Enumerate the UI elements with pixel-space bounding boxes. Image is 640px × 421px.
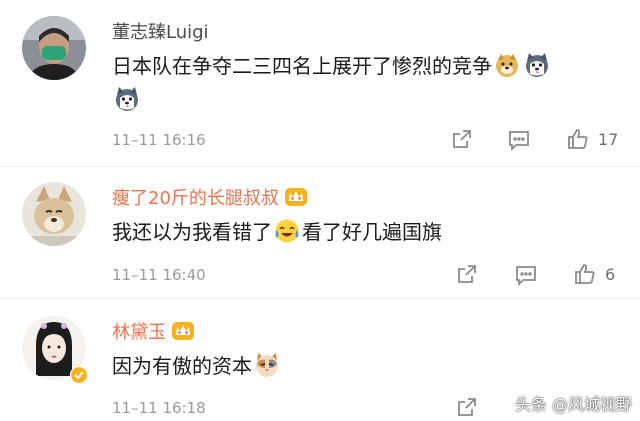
reply-button[interactable] (515, 264, 537, 286)
thumbs-up-icon (568, 129, 588, 149)
comment-text-line2 (112, 86, 142, 113)
comment-text-content: 日本队在争夺二三四名上展开了惨烈的竞争 (112, 54, 492, 78)
comment-text-content: 我还以为我看错了 (112, 220, 272, 244)
share-button[interactable] (456, 396, 478, 418)
like-button[interactable]: 6 (573, 262, 615, 286)
vip-crown-icon (284, 188, 307, 206)
comment-timestamp: 11–11 16:18 (112, 399, 206, 417)
reply-button[interactable] (508, 129, 530, 151)
thumbs-up-icon (575, 264, 595, 284)
comment-icon (509, 131, 529, 151)
doge-emoji (496, 54, 518, 77)
like-count: 17 (598, 129, 619, 149)
comment-text: 我还以为我看错了 看了好几遍国旗 (112, 218, 442, 245)
share-button[interactable] (456, 263, 478, 285)
comment-icon (516, 266, 536, 286)
share-icon (458, 398, 476, 416)
laugh-cry-emoji (275, 219, 299, 243)
share-button[interactable] (451, 128, 473, 150)
comment-text: 日本队在争夺二三四名上展开了惨烈的竞争 (112, 52, 552, 79)
avatar[interactable] (22, 182, 86, 246)
comment-username[interactable]: 林黛玉 (112, 318, 196, 344)
like-count: 6 (605, 264, 616, 284)
share-icon (458, 265, 476, 283)
username-text: 瘦了20斤的长腿叔叔 (112, 188, 279, 209)
watermark: 头条 @风城视野 (514, 395, 632, 414)
username-text: 林黛玉 (112, 322, 166, 343)
verified-badge-icon (70, 366, 88, 384)
like-button[interactable]: 17 (566, 127, 618, 151)
comment-text-content: 因为有傲的资本 (112, 354, 252, 378)
comment-username[interactable]: 瘦了20斤的长腿叔叔 (112, 184, 309, 210)
avatar[interactable] (22, 16, 86, 80)
comment-text: 因为有傲的资本 (112, 352, 282, 379)
husky-emoji (526, 53, 548, 77)
vip-crown-icon (172, 322, 194, 340)
comment-item: 瘦了20斤的长腿叔叔 我还以为我看错了 看了好几遍国旗 11–11 16:40 6 (0, 166, 640, 296)
comment-text-content-2: 看了好几遍国旗 (302, 220, 442, 244)
comment-timestamp: 11–11 16:16 (112, 131, 206, 149)
share-icon (453, 130, 471, 148)
cat-emoji (256, 353, 278, 377)
comment-item: 董志臻Luigi 日本队在争夺二三四名上展开了惨烈的竞争 11–11 16:16… (0, 0, 640, 158)
husky-emoji (116, 87, 138, 111)
comment-timestamp: 11–11 16:40 (112, 266, 206, 284)
comment-username[interactable]: 董志臻Luigi (112, 22, 209, 44)
